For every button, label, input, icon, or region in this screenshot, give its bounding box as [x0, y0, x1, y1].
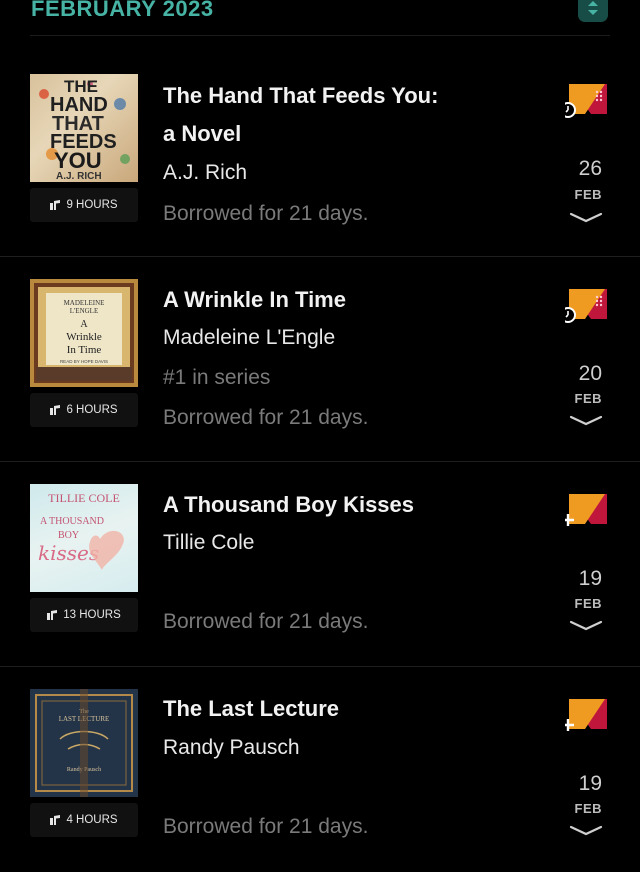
book-title[interactable]: A Thousand Boy Kisses	[163, 485, 493, 524]
cover-text: BOY	[58, 530, 79, 541]
chevron-down-icon[interactable]	[569, 825, 603, 837]
book-cover[interactable]: MADELEINE L'ENGLE A Wrinkle In Time READ…	[30, 279, 138, 387]
borrowed-text: Borrowed for 21 days.	[163, 815, 369, 838]
loan-row[interactable]: THE HAND THAT FEEDS YOU A.J. RICH 9 HOUR…	[0, 52, 640, 257]
cover-text: YOU	[54, 148, 102, 173]
loan-status-badge[interactable]	[560, 285, 611, 323]
series-info[interactable]: #1 in series	[163, 363, 270, 393]
loan-status-badge[interactable]	[560, 80, 611, 118]
loan-status-badge[interactable]	[562, 695, 611, 731]
duration-label: 4 HOURS	[66, 814, 118, 826]
book-author: Tillie Cole	[163, 531, 255, 554]
headphones-icon	[47, 610, 58, 620]
loan-status-badge[interactable]	[562, 490, 611, 526]
duration-badge: 9 HOURS	[30, 188, 138, 222]
book-cover[interactable]: THE HAND THAT FEEDS YOU A.J. RICH	[30, 74, 138, 182]
book-author: A.J. Rich	[163, 161, 248, 184]
chevron-down-icon[interactable]	[569, 415, 603, 427]
cover-text: READ BY HOPE DAVIS	[60, 359, 108, 364]
month-header: FEBRUARY 2023	[0, 0, 640, 36]
borrowed-text: Borrowed for 21 days.	[163, 610, 369, 633]
cover-text: MADELEINE	[64, 299, 105, 307]
book-author: Randy Pausch	[163, 736, 300, 759]
cover-text: A	[80, 319, 88, 330]
headphones-icon	[50, 815, 61, 825]
headphones-icon	[50, 200, 61, 210]
sort-updown-icon	[588, 1, 598, 15]
duration-label: 9 HOURS	[66, 199, 118, 211]
duration-badge: 13 HOURS	[30, 598, 138, 632]
book-title-line2[interactable]: a Novel	[163, 114, 493, 153]
book-title[interactable]: The Last Lecture	[163, 689, 493, 728]
due-month: FEB	[574, 187, 602, 202]
chevron-down-icon[interactable]	[569, 620, 603, 632]
timer-icon	[560, 307, 576, 323]
due-day: 19	[578, 567, 602, 590]
book-title[interactable]: The Hand That Feeds You:	[163, 76, 493, 115]
book-cover[interactable]: The LAST LECTURE Randy Pausch	[30, 689, 138, 797]
month-label: FEBRUARY 2023	[31, 0, 214, 21]
chevron-down-icon[interactable]	[569, 212, 603, 224]
sort-button[interactable]	[578, 0, 608, 22]
loan-row[interactable]: TILLIE COLE A THOUSAND BOY kisses 13 HOU…	[0, 462, 640, 667]
duration-label: 6 HOURS	[66, 404, 118, 416]
duration-badge: 6 HOURS	[30, 393, 138, 427]
cover-text: A THOUSAND	[40, 516, 104, 527]
loan-row[interactable]: MADELEINE L'ENGLE A Wrinkle In Time READ…	[0, 257, 640, 462]
cover-text: In Time	[67, 344, 102, 356]
borrowed-text: Borrowed for 21 days.	[163, 406, 369, 429]
borrowed-text: Borrowed for 21 days.	[163, 202, 369, 225]
due-day: 19	[578, 772, 602, 795]
due-month: FEB	[574, 801, 602, 816]
book-title[interactable]: A Wrinkle In Time	[163, 280, 493, 319]
book-cover[interactable]: TILLIE COLE A THOUSAND BOY kisses	[30, 484, 138, 592]
due-day: 20	[578, 362, 602, 385]
header-divider	[30, 35, 610, 36]
timer-icon	[560, 102, 576, 118]
duration-label: 13 HOURS	[63, 609, 121, 621]
loan-row[interactable]: The LAST LECTURE Randy Pausch 4 HOURS Th…	[0, 667, 640, 872]
cover-text: TILLIE COLE	[48, 491, 120, 505]
headphones-icon	[50, 405, 61, 415]
cover-text: A.J. RICH	[56, 171, 102, 182]
due-day: 26	[578, 157, 602, 180]
duration-badge: 4 HOURS	[30, 803, 138, 837]
due-month: FEB	[574, 596, 602, 611]
book-author: Madeleine L'Engle	[163, 326, 336, 349]
cover-text: L'ENGLE	[70, 307, 98, 315]
cover-text: Wrinkle	[66, 331, 102, 343]
due-month: FEB	[574, 391, 602, 406]
